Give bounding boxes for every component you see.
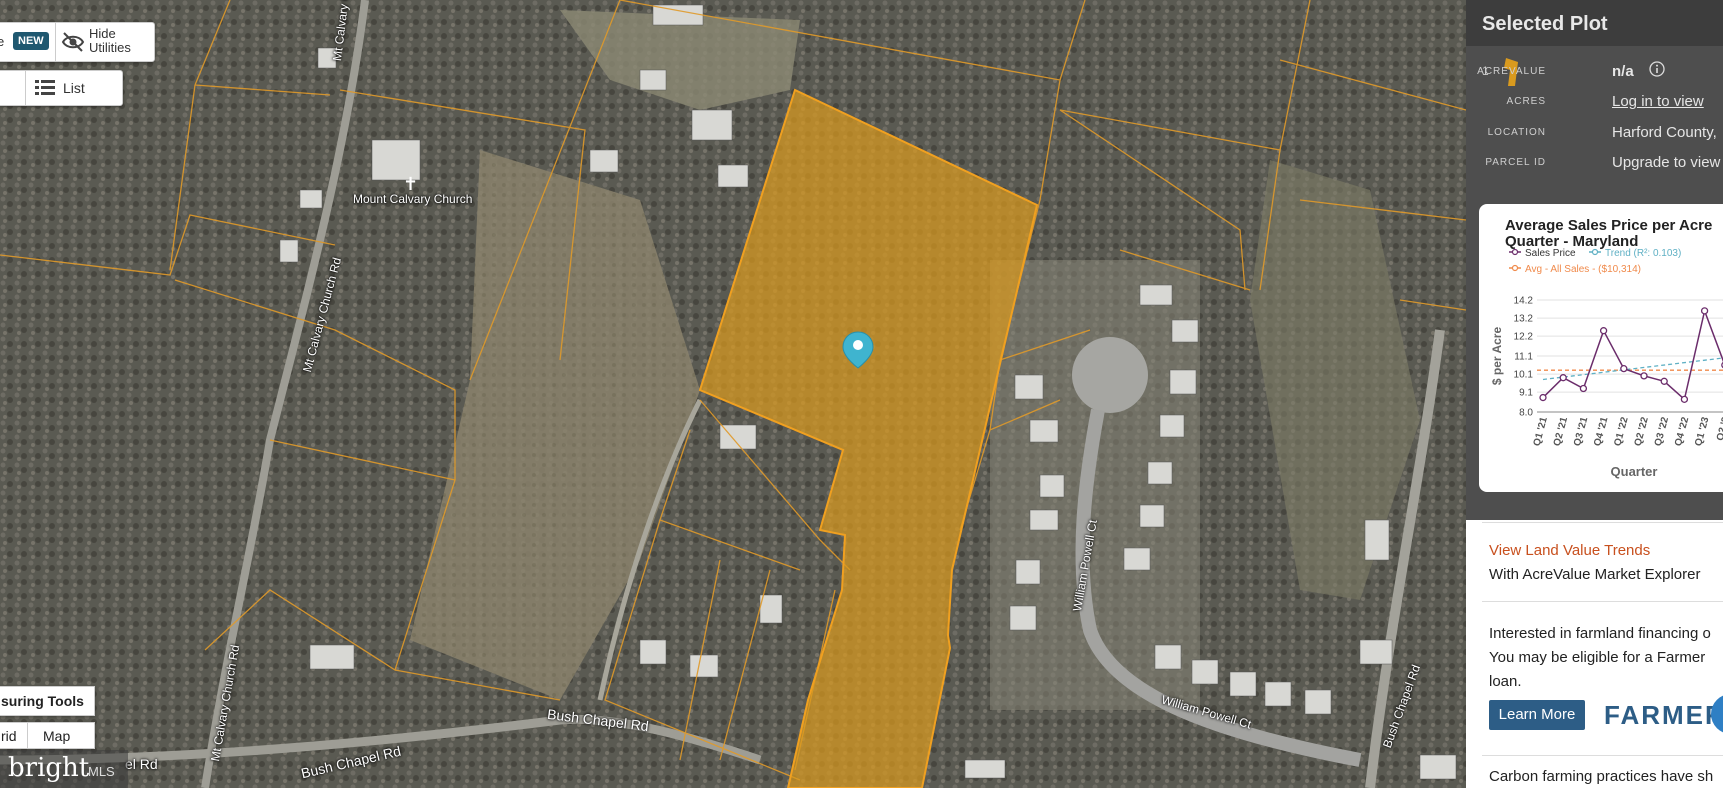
map-imagery: ✝: [0, 0, 1466, 788]
grid-option[interactable]: rid: [1, 728, 17, 744]
y-axis-title: $ per Acre: [1490, 327, 1504, 386]
x-tick-label: Q3 '21: [1572, 416, 1590, 448]
x-tick-label: Q4 '21: [1592, 416, 1610, 448]
legend-label: Avg - All Sales - ($10,314): [1525, 264, 1641, 275]
x-tick-label: Q2 '22: [1633, 416, 1651, 448]
y-tick-label: 12.2: [1514, 332, 1534, 343]
land-value-trends-link[interactable]: View Land Value Trends: [1489, 542, 1650, 559]
x-tick-label: Q1 '22: [1612, 416, 1630, 448]
financing-text: Interested in farmland financing o You ma…: [1489, 625, 1711, 690]
list-label: List: [63, 80, 85, 96]
x-axis-title: Quarter: [1611, 464, 1658, 479]
y-tick-label: 8.0: [1519, 408, 1533, 419]
data-point: [1599, 327, 1608, 335]
learn-more-button[interactable]: Learn More: [1489, 700, 1585, 730]
satellite-map[interactable]: ✝ Mount Calvary Church Mt Calvary Church…: [0, 0, 1466, 788]
trend-line: [1542, 357, 1723, 381]
legend-marker: [1511, 248, 1519, 256]
promo-section: View Land Value Trends With AcreValue Ma…: [1466, 520, 1723, 788]
data-point: [1539, 393, 1547, 402]
road-label: el Rd: [125, 756, 158, 772]
legend-label: Trend (R²: 0.103): [1605, 248, 1681, 259]
acrevalue-value: n/a: [1612, 63, 1634, 80]
new-badge: NEW: [13, 32, 49, 50]
x-tick-label: Q3 '22: [1653, 416, 1671, 448]
data-point: [1680, 395, 1689, 404]
church-label: Mount Calvary Church: [353, 192, 473, 206]
y-tick-label: 13.2: [1514, 314, 1534, 325]
data-point: [1640, 372, 1648, 380]
data-point: [1660, 377, 1668, 385]
acres-label: ACRES: [1506, 96, 1546, 107]
x-tick-label: Q4 '22: [1673, 416, 1691, 448]
hide-utilities-label: Hide Utilities: [89, 26, 131, 55]
parcel-id-label: PARCEL ID: [1485, 157, 1546, 168]
legend-marker: [1591, 248, 1599, 256]
acrevalue-label: ACREVALUE: [1477, 66, 1546, 77]
sales-price-chart-card: Average Sales Price per Acre Quarter - Ma…: [1479, 204, 1723, 492]
carbon-text: Carbon farming practices have sh: [1489, 768, 1714, 785]
parcel-id-upgrade-link[interactable]: Upgrade to view: [1612, 154, 1720, 171]
hide-utilities-control[interactable]: e NEW Hide Utilities: [0, 22, 155, 62]
data-point: [1620, 364, 1628, 373]
line-chart: Sales Price Trend (R²: 0.103) Avg - All Sa…: [1490, 248, 1723, 479]
farmer-mac-logo: FARMER: [1604, 700, 1723, 730]
info-icon[interactable]: [1649, 61, 1665, 82]
data-point: [1559, 374, 1567, 382]
map-type-toggle[interactable]: rid Map: [0, 722, 95, 749]
data-point: [1579, 384, 1588, 393]
x-tick-label: Q2 '21: [1552, 416, 1570, 448]
data-point: [1700, 307, 1709, 315]
sales-price-line: [1542, 308, 1723, 401]
measuring-tools-button[interactable]: suring Tools: [0, 686, 95, 716]
bright-mls-logo: bright MLS: [0, 750, 128, 788]
x-tick-label: Q1 '23: [1693, 416, 1711, 448]
y-tick-label: 14.2: [1514, 296, 1534, 307]
location-value: Harford County,: [1612, 124, 1717, 141]
y-tick-label: 10.1: [1514, 370, 1534, 381]
list-view-button[interactable]: List: [0, 70, 123, 106]
legend-marker: [1511, 264, 1519, 272]
y-tick-label: 9.1: [1519, 388, 1533, 399]
panel-title: Selected Plot: [1466, 0, 1723, 46]
trends-subtitle: With AcreValue Market Explorer: [1489, 566, 1701, 583]
map-option[interactable]: Map: [43, 728, 70, 744]
x-tick-label: Q2 '2: [1715, 416, 1723, 443]
acres-login-link[interactable]: Log in to view: [1612, 93, 1704, 110]
legend-label: Sales Price: [1525, 248, 1576, 259]
x-tick-label: Q1 '21: [1532, 416, 1550, 448]
selected-plot-panel: Selected Plot 1 ACREVALUE n/a ACRES Log …: [1466, 0, 1723, 788]
location-label: LOCATION: [1487, 127, 1546, 138]
y-tick-label: 11.1: [1514, 352, 1533, 363]
